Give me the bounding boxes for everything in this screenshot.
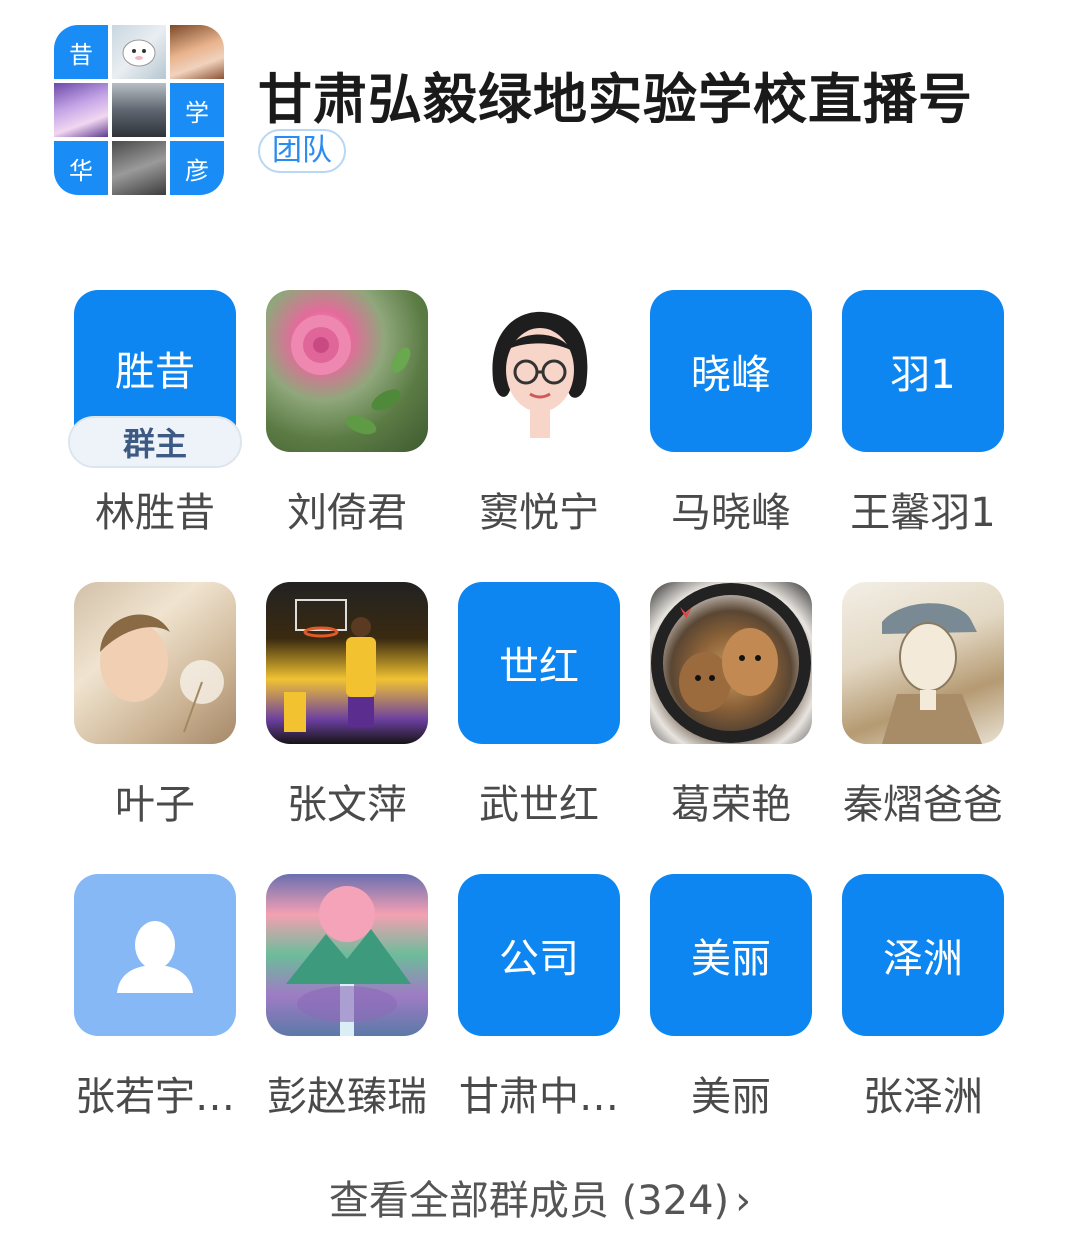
member-avatar[interactable] [650,582,812,744]
group-avatar-tile [170,25,224,79]
member-name: 刘倚君 [287,490,407,536]
art-photo-icon [286,886,411,1036]
member-avatar[interactable] [74,874,236,1036]
avatar-text: 泽洲 [883,936,963,982]
member-item[interactable]: 葛荣艳 [632,582,824,842]
group-avatar-tile [112,83,166,137]
group-avatar-tile: 昔 [54,25,108,79]
view-all-label: 查看全部群成员 (324) [328,1178,730,1224]
avatar-text: 美丽 [691,936,771,982]
member-name: 王馨羽1 [850,490,996,536]
member-name: 甘肃中… [459,1074,619,1120]
member-item[interactable]: 世红 武世红 [440,582,632,842]
member-avatar[interactable] [458,290,620,452]
member-name: 马晓峰 [671,490,791,536]
cartoon-woman-icon [492,311,588,438]
member-avatar[interactable]: 晓峰 [650,290,812,452]
member-name: 美丽 [691,1074,771,1120]
rose-photo-icon [291,315,411,435]
member-avatar[interactable]: 美丽 [650,874,812,1036]
member-item[interactable]: 晓峰 马晓峰 [632,290,824,550]
member-avatar[interactable] [266,582,428,744]
member-item[interactable]: 公司 甘肃中… [440,874,632,1134]
member-item[interactable]: 张若宇… [56,874,248,1134]
group-avatar-tile: 华 [54,141,108,195]
sheep-icon [122,39,156,67]
member-name: 葛荣艳 [671,782,791,828]
avatar-text: 公司 [499,936,579,982]
member-item[interactable]: 羽1 王馨羽1 [824,290,1016,550]
member-avatar[interactable] [266,874,428,1036]
member-avatar[interactable]: 泽洲 [842,874,1004,1036]
member-name: 叶子 [115,782,195,828]
member-item[interactable]: 彭赵臻瑞 [248,874,440,1134]
team-tag: 团队 [258,129,346,173]
avatar-text: 晓峰 [691,352,771,398]
group-avatar-tile: 彦 [170,141,224,195]
member-name: 窦悦宁 [479,490,599,536]
member-avatar[interactable]: 羽1 [842,290,1004,452]
member-item[interactable]: 美丽 美丽 [632,874,824,1134]
avatar-text: 羽1 [890,352,956,398]
group-avatar-tile: 学 [170,83,224,137]
member-item[interactable]: 叶子 [56,582,248,842]
owner-badge: 群主 [68,416,242,468]
member-item[interactable]: 窦悦宁 [440,290,632,550]
member-name: 张文萍 [287,782,407,828]
avatar-text: 世红 [499,644,579,690]
girl-dandelion-photo-icon [100,614,224,733]
member-name: 武世红 [479,782,599,828]
group-avatar-tile [54,83,108,137]
member-item[interactable]: 张文萍 [248,582,440,842]
group-avatar-tile [112,25,166,79]
member-avatar[interactable]: 公司 [458,874,620,1036]
avatar-text: 胜昔 [115,349,195,395]
member-avatar[interactable] [266,290,428,452]
member-item[interactable]: 泽洲 张泽洲 [824,874,1016,1134]
member-name: 张若宇… [75,1074,235,1120]
basketball-photo-icon [284,599,376,732]
member-item[interactable]: 秦熠爸爸 [824,582,1016,842]
view-all-members-link[interactable]: 查看全部群成员 (324) › [0,1168,1080,1226]
member-avatar[interactable]: 世红 [458,582,620,744]
default-user-icon [117,921,193,993]
chevron-right-icon: › [735,1178,752,1224]
member-item[interactable]: 刘倚君 [248,290,440,550]
member-name: 张泽洲 [863,1074,983,1120]
dogs-photo-icon [651,583,811,743]
member-avatar[interactable] [74,582,236,744]
group-title: 甘肃弘毅绿地实验学校直播号 [258,68,973,131]
sketch-man-photo-icon [882,603,982,744]
group-header: 昔 学 华 彦 甘肃弘毅绿地实验学校直播号 团队 [54,25,1034,200]
member-avatar[interactable] [842,582,1004,744]
member-item[interactable]: 胜昔 群主 林胜昔 [56,290,248,550]
group-avatar[interactable]: 昔 学 华 彦 [54,25,224,195]
member-name: 秦熠爸爸 [843,782,1003,828]
member-name: 彭赵臻瑞 [267,1074,427,1120]
group-avatar-tile [112,141,166,195]
member-name: 林胜昔 [95,490,215,536]
